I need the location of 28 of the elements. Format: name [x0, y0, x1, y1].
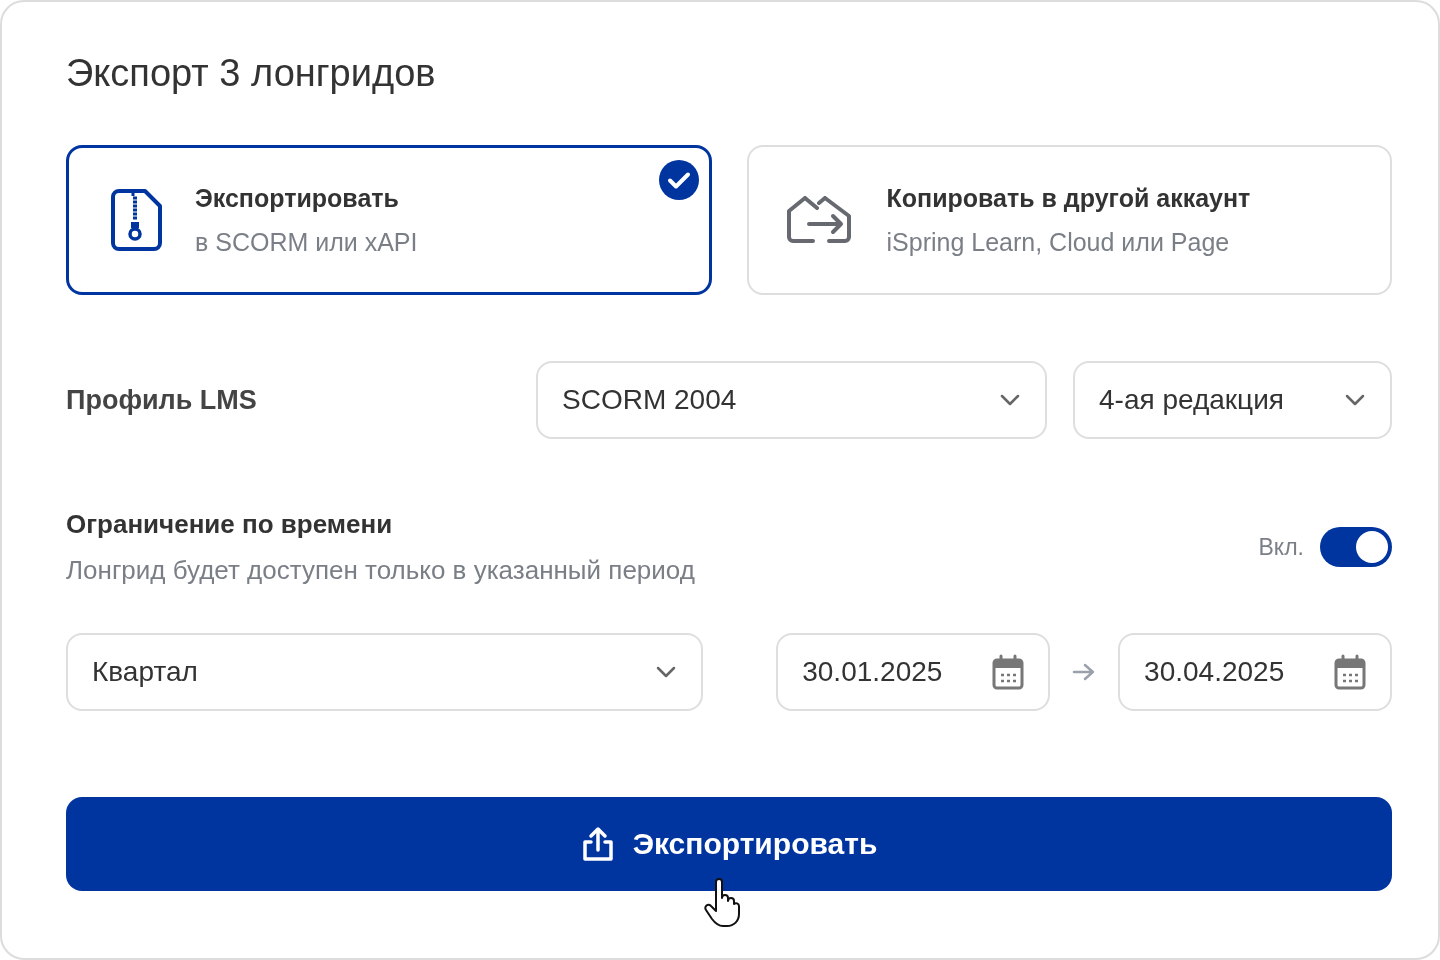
check-icon: [658, 160, 699, 200]
upload-icon: [580, 826, 615, 862]
standard-select[interactable]: SCORM 2004: [536, 361, 1047, 439]
dialog-title: Экспорт 3 лонгридов: [66, 51, 437, 96]
calendar-icon: [1334, 654, 1366, 690]
chevron-down-icon: [655, 665, 678, 679]
toggle-label: Вкл.: [1258, 533, 1304, 561]
export-option-card[interactable]: Экспортировать в SCORM или xAPI: [66, 145, 712, 295]
export-option-card[interactable]: Копировать в другой аккаунт iSpring Learn, Cloud или Page: [746, 145, 1392, 295]
calendar-icon: [992, 654, 1025, 690]
chevron-down-icon: [1344, 393, 1366, 407]
time-limit-title: Ограничение по времени: [66, 509, 394, 539]
edition-select[interactable]: 4-ая редакция: [1073, 361, 1392, 439]
time-limit-description: Лонгрид будет доступен только в указанный период: [66, 555, 695, 585]
lms-profile-label: Профиль LMS: [66, 384, 258, 416]
option-title: Экспортировать: [195, 183, 400, 213]
end-date-field[interactable]: 30.04.2025: [1118, 633, 1392, 711]
toggle-switch[interactable]: [1320, 527, 1392, 567]
export-button[interactable]: Экспортировать: [66, 797, 1392, 891]
arrow-right-icon: [1072, 662, 1097, 682]
start-date-field[interactable]: 30.01.2025: [776, 633, 1051, 711]
option-subtitle: в SCORM или xAPI: [195, 227, 418, 257]
hand-cursor-icon: [702, 878, 742, 928]
zip-file-icon: [111, 188, 163, 252]
option-subtitle: iSpring Learn, Cloud или Page: [886, 227, 1231, 257]
period-select[interactable]: Квартал: [66, 633, 704, 711]
chevron-down-icon: [999, 393, 1021, 407]
option-title: Копировать в другой аккаунт: [886, 183, 1251, 213]
